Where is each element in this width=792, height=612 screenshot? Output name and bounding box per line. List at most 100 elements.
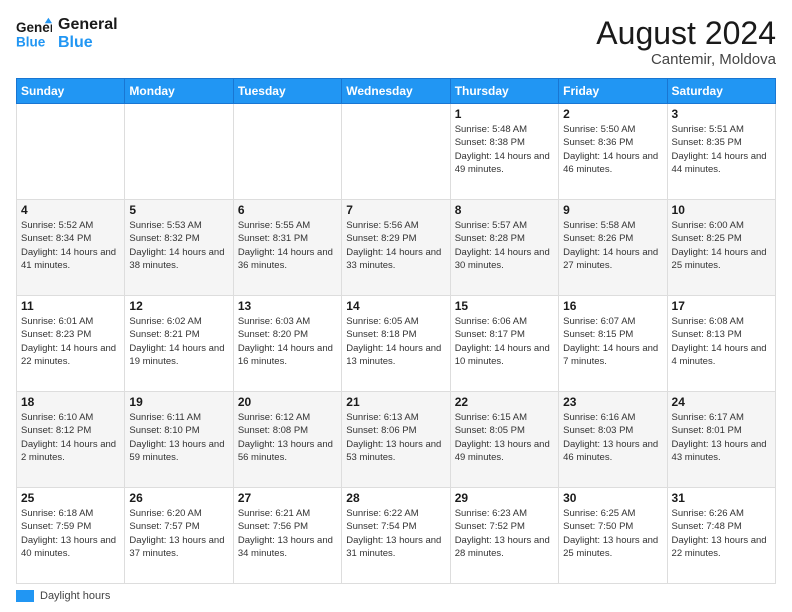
calendar-cell-week0-day3 bbox=[342, 104, 450, 200]
calendar-cell-week0-day4: 1 Sunrise: 5:48 AM Sunset: 8:38 PM Daylig… bbox=[450, 104, 558, 200]
svg-text:Blue: Blue bbox=[16, 35, 46, 50]
calendar-cell-week2-day1: 12 Sunrise: 6:02 AM Sunset: 8:21 PM Dayli… bbox=[125, 296, 233, 392]
day-number: 15 bbox=[455, 299, 554, 313]
day-info: Sunrise: 5:53 AM Sunset: 8:32 PM Dayligh… bbox=[129, 219, 228, 272]
calendar-cell-week1-day6: 10 Sunrise: 6:00 AM Sunset: 8:25 PM Dayli… bbox=[667, 200, 775, 296]
day-number: 25 bbox=[21, 491, 120, 505]
day-number: 6 bbox=[238, 203, 337, 217]
day-number: 24 bbox=[672, 395, 771, 409]
day-info: Sunrise: 6:12 AM Sunset: 8:08 PM Dayligh… bbox=[238, 411, 337, 464]
day-number: 9 bbox=[563, 203, 662, 217]
day-number: 28 bbox=[346, 491, 445, 505]
day-info: Sunrise: 5:56 AM Sunset: 8:29 PM Dayligh… bbox=[346, 219, 445, 272]
day-info: Sunrise: 6:15 AM Sunset: 8:05 PM Dayligh… bbox=[455, 411, 554, 464]
day-info: Sunrise: 6:17 AM Sunset: 8:01 PM Dayligh… bbox=[672, 411, 771, 464]
legend: Daylight hours bbox=[16, 590, 776, 602]
day-info: Sunrise: 6:01 AM Sunset: 8:23 PM Dayligh… bbox=[21, 315, 120, 368]
day-info: Sunrise: 6:25 AM Sunset: 7:50 PM Dayligh… bbox=[563, 507, 662, 560]
day-number: 21 bbox=[346, 395, 445, 409]
calendar-cell-week4-day2: 27 Sunrise: 6:21 AM Sunset: 7:56 PM Dayli… bbox=[233, 488, 341, 584]
day-number: 17 bbox=[672, 299, 771, 313]
day-number: 22 bbox=[455, 395, 554, 409]
day-number: 10 bbox=[672, 203, 771, 217]
calendar-cell-week1-day4: 8 Sunrise: 5:57 AM Sunset: 8:28 PM Daylig… bbox=[450, 200, 558, 296]
calendar-cell-week2-day2: 13 Sunrise: 6:03 AM Sunset: 8:20 PM Dayli… bbox=[233, 296, 341, 392]
calendar-cell-week3-day3: 21 Sunrise: 6:13 AM Sunset: 8:06 PM Dayli… bbox=[342, 392, 450, 488]
day-info: Sunrise: 6:18 AM Sunset: 7:59 PM Dayligh… bbox=[21, 507, 120, 560]
day-number: 19 bbox=[129, 395, 228, 409]
day-header-thursday: Thursday bbox=[450, 79, 558, 104]
day-info: Sunrise: 6:11 AM Sunset: 8:10 PM Dayligh… bbox=[129, 411, 228, 464]
day-info: Sunrise: 6:16 AM Sunset: 8:03 PM Dayligh… bbox=[563, 411, 662, 464]
day-info: Sunrise: 6:20 AM Sunset: 7:57 PM Dayligh… bbox=[129, 507, 228, 560]
calendar-cell-week4-day5: 30Sunrise: 6:25 AM Sunset: 7:50 PM Dayli… bbox=[559, 488, 667, 584]
day-header-monday: Monday bbox=[125, 79, 233, 104]
calendar-cell-week1-day0: 4 Sunrise: 5:52 AM Sunset: 8:34 PM Daylig… bbox=[17, 200, 125, 296]
legend-color-box bbox=[16, 590, 34, 602]
day-number: 29 bbox=[455, 491, 554, 505]
day-number: 2 bbox=[563, 107, 662, 121]
day-info: Sunrise: 6:03 AM Sunset: 8:20 PM Dayligh… bbox=[238, 315, 337, 368]
day-info: Sunrise: 5:48 AM Sunset: 8:38 PM Dayligh… bbox=[455, 123, 554, 176]
calendar-cell-week2-day4: 15 Sunrise: 6:06 AM Sunset: 8:17 PM Dayli… bbox=[450, 296, 558, 392]
day-info: Sunrise: 5:57 AM Sunset: 8:28 PM Dayligh… bbox=[455, 219, 554, 272]
day-info: Sunrise: 6:00 AM Sunset: 8:25 PM Dayligh… bbox=[672, 219, 771, 272]
legend-label: Daylight hours bbox=[40, 590, 110, 602]
day-info: Sunrise: 6:10 AM Sunset: 8:12 PM Dayligh… bbox=[21, 411, 120, 464]
day-info: Sunrise: 6:13 AM Sunset: 8:06 PM Dayligh… bbox=[346, 411, 445, 464]
calendar-cell-week0-day6: 3 Sunrise: 5:51 AM Sunset: 8:35 PM Daylig… bbox=[667, 104, 775, 200]
page: General Blue General Blue August 2024 Ca… bbox=[0, 0, 792, 612]
day-number: 1 bbox=[455, 107, 554, 121]
day-info: Sunrise: 6:22 AM Sunset: 7:54 PM Dayligh… bbox=[346, 507, 445, 560]
calendar-cell-week4-day3: 28 Sunrise: 6:22 AM Sunset: 7:54 PM Dayli… bbox=[342, 488, 450, 584]
logo-blue: Blue bbox=[58, 34, 118, 52]
day-number: 3 bbox=[672, 107, 771, 121]
day-info: Sunrise: 5:52 AM Sunset: 8:34 PM Dayligh… bbox=[21, 219, 120, 272]
calendar-cell-week4-day0: 25 Sunrise: 6:18 AM Sunset: 7:59 PM Dayli… bbox=[17, 488, 125, 584]
day-number: 31 bbox=[672, 491, 771, 505]
calendar-cell-week0-day5: 2 Sunrise: 5:50 AM Sunset: 8:36 PM Daylig… bbox=[559, 104, 667, 200]
calendar-cell-week3-day1: 19 Sunrise: 6:11 AM Sunset: 8:10 PM Dayli… bbox=[125, 392, 233, 488]
day-info: Sunrise: 5:50 AM Sunset: 8:36 PM Dayligh… bbox=[563, 123, 662, 176]
calendar-cell-week4-day6: 31Sunrise: 6:26 AM Sunset: 7:48 PM Dayli… bbox=[667, 488, 775, 584]
calendar-cell-week3-day5: 23 Sunrise: 6:16 AM Sunset: 8:03 PM Dayli… bbox=[559, 392, 667, 488]
day-number: 12 bbox=[129, 299, 228, 313]
calendar-cell-week1-day2: 6 Sunrise: 5:55 AM Sunset: 8:31 PM Daylig… bbox=[233, 200, 341, 296]
calendar-cell-week2-day3: 14 Sunrise: 6:05 AM Sunset: 8:18 PM Dayli… bbox=[342, 296, 450, 392]
day-info: Sunrise: 6:05 AM Sunset: 8:18 PM Dayligh… bbox=[346, 315, 445, 368]
day-number: 26 bbox=[129, 491, 228, 505]
day-header-tuesday: Tuesday bbox=[233, 79, 341, 104]
calendar-cell-week3-day0: 18 Sunrise: 6:10 AM Sunset: 8:12 PM Dayli… bbox=[17, 392, 125, 488]
day-number: 4 bbox=[21, 203, 120, 217]
calendar-cell-week1-day1: 5Sunrise: 5:53 AM Sunset: 8:32 PM Daylig… bbox=[125, 200, 233, 296]
day-number: 18 bbox=[21, 395, 120, 409]
day-number: 13 bbox=[238, 299, 337, 313]
day-number: 7 bbox=[346, 203, 445, 217]
day-info: Sunrise: 5:51 AM Sunset: 8:35 PM Dayligh… bbox=[672, 123, 771, 176]
day-number: 14 bbox=[346, 299, 445, 313]
day-info: Sunrise: 6:07 AM Sunset: 8:15 PM Dayligh… bbox=[563, 315, 662, 368]
day-info: Sunrise: 6:08 AM Sunset: 8:13 PM Dayligh… bbox=[672, 315, 771, 368]
day-header-saturday: Saturday bbox=[667, 79, 775, 104]
day-info: Sunrise: 6:02 AM Sunset: 8:21 PM Dayligh… bbox=[129, 315, 228, 368]
day-info: Sunrise: 6:21 AM Sunset: 7:56 PM Dayligh… bbox=[238, 507, 337, 560]
logo-general: General bbox=[58, 16, 118, 34]
day-info: Sunrise: 6:06 AM Sunset: 8:17 PM Dayligh… bbox=[455, 315, 554, 368]
calendar-cell-week0-day0 bbox=[17, 104, 125, 200]
calendar-cell-week3-day4: 22 Sunrise: 6:15 AM Sunset: 8:05 PM Dayli… bbox=[450, 392, 558, 488]
calendar-cell-week2-day5: 16Sunrise: 6:07 AM Sunset: 8:15 PM Dayli… bbox=[559, 296, 667, 392]
day-number: 23 bbox=[563, 395, 662, 409]
calendar-cell-week2-day6: 17 Sunrise: 6:08 AM Sunset: 8:13 PM Dayli… bbox=[667, 296, 775, 392]
calendar-cell-week4-day4: 29Sunrise: 6:23 AM Sunset: 7:52 PM Dayli… bbox=[450, 488, 558, 584]
day-header-wednesday: Wednesday bbox=[342, 79, 450, 104]
day-info: Sunrise: 5:55 AM Sunset: 8:31 PM Dayligh… bbox=[238, 219, 337, 272]
calendar: SundayMondayTuesdayWednesdayThursdayFrid… bbox=[16, 78, 776, 584]
calendar-cell-week3-day6: 24 Sunrise: 6:17 AM Sunset: 8:01 PM Dayli… bbox=[667, 392, 775, 488]
logo: General Blue General Blue bbox=[16, 16, 118, 52]
day-info: Sunrise: 5:58 AM Sunset: 8:26 PM Dayligh… bbox=[563, 219, 662, 272]
subtitle: Cantemir, Moldova bbox=[596, 51, 776, 68]
day-number: 8 bbox=[455, 203, 554, 217]
day-number: 27 bbox=[238, 491, 337, 505]
day-number: 20 bbox=[238, 395, 337, 409]
calendar-cell-week2-day0: 11Sunrise: 6:01 AM Sunset: 8:23 PM Dayli… bbox=[17, 296, 125, 392]
